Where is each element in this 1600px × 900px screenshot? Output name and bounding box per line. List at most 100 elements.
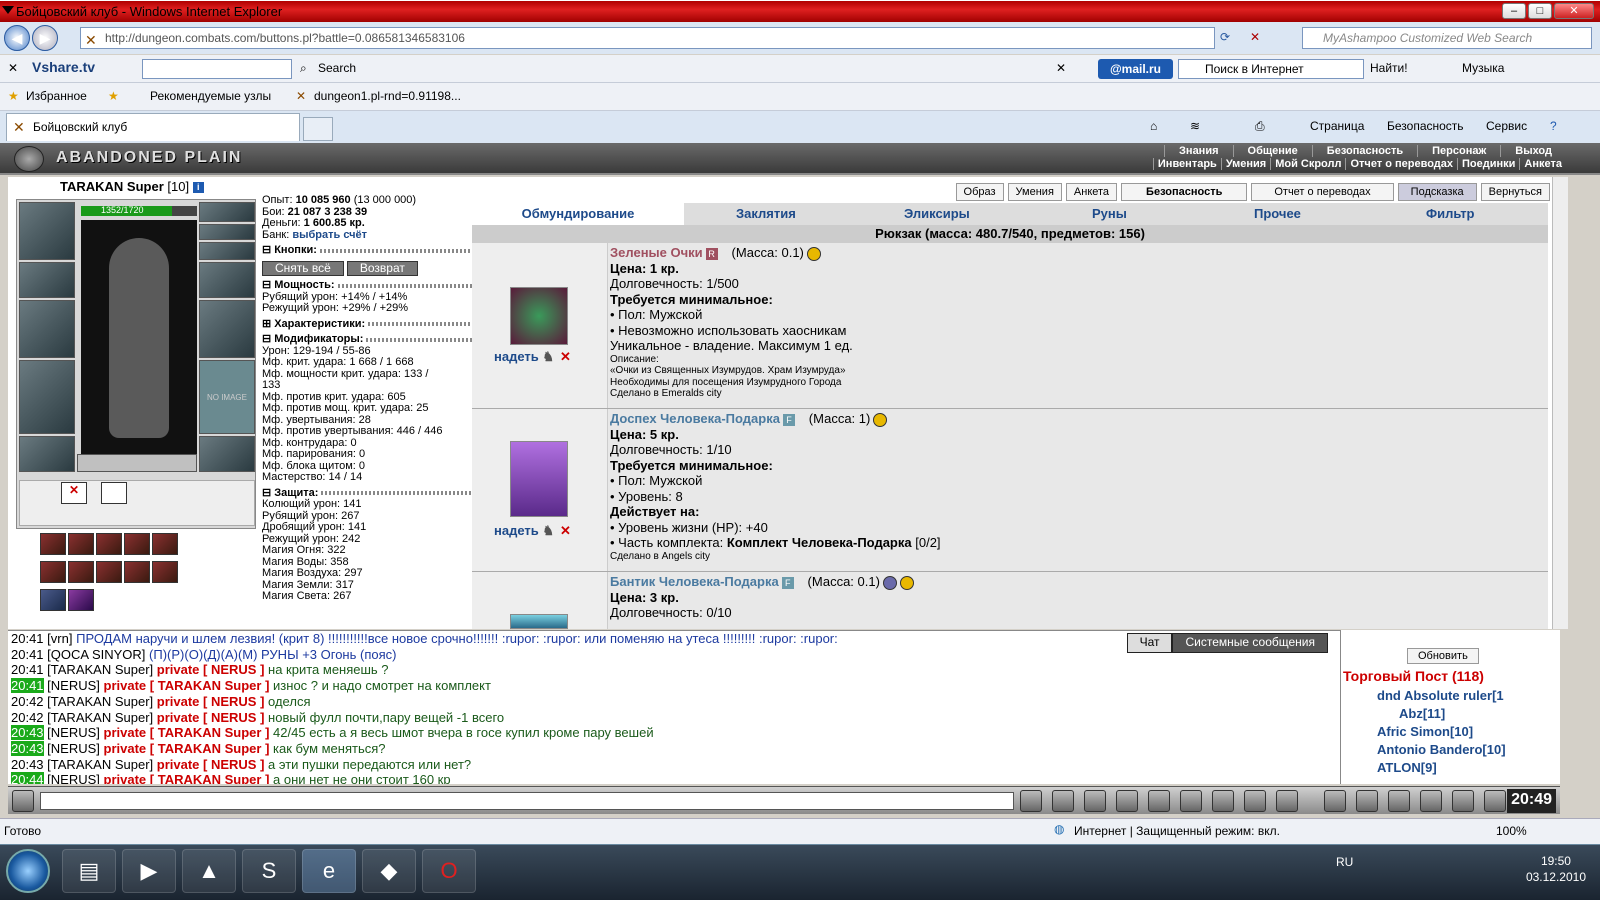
armor-slot[interactable] <box>19 360 75 434</box>
power-section-header[interactable]: ⊟ Мощность: <box>262 279 472 292</box>
boots-slot[interactable] <box>199 436 255 472</box>
media-player-icon[interactable]: ▶ <box>122 849 176 893</box>
tab-elixirs[interactable]: Эликсиры <box>904 206 970 221</box>
feeds-icon[interactable]: ≋ <box>1190 119 1200 133</box>
camera-icon[interactable] <box>1276 790 1298 812</box>
chat-nick[interactable]: [TARAKAN Super] <box>47 662 153 677</box>
music-button[interactable]: Музыка <box>1462 61 1504 75</box>
vshare-logo[interactable]: Vshare.tv <box>32 59 132 79</box>
offhand-slot[interactable] <box>199 300 255 358</box>
menu-my-scroll[interactable]: Мой Скролл <box>1270 158 1345 170</box>
menu-communication[interactable]: Общение <box>1232 145 1312 157</box>
security-menu[interactable]: Безопасность <box>1387 119 1464 133</box>
explorer-icon[interactable]: ▤ <box>62 849 116 893</box>
buff-icon-8[interactable] <box>96 561 122 583</box>
menu-transfer-report[interactable]: Отчет о переводах <box>1345 158 1457 170</box>
delete-icon[interactable]: ✕ <box>560 349 571 364</box>
refresh-button[interactable]: Обновить <box>1407 648 1479 664</box>
chat-tab[interactable]: Чат <box>1126 633 1173 653</box>
security-button[interactable]: Безопасность <box>1121 183 1248 201</box>
game-client-icon[interactable]: ◆ <box>362 849 416 893</box>
smile-menu-icon[interactable] <box>12 790 34 812</box>
smiley-icon[interactable] <box>1244 790 1266 812</box>
rings-slot[interactable] <box>199 242 255 260</box>
tab-spells[interactable]: Заклятия <box>736 206 796 221</box>
minimize-button[interactable]: – <box>1502 3 1526 19</box>
menu-exit[interactable]: Выход <box>1500 145 1566 157</box>
tab-runes[interactable]: Руны <box>1092 206 1127 221</box>
refresh-icon[interactable]: ⟳ <box>1220 30 1230 44</box>
equip-link[interactable]: надеть <box>494 523 539 538</box>
internet-search-input[interactable]: Поиск в Интернет <box>1178 59 1364 79</box>
player-entry[interactable]: Afric Simon[10] <box>1377 724 1473 739</box>
menu-inventory[interactable]: Инвентарь <box>1152 158 1221 170</box>
system-messages-tab[interactable]: Системные сообщения <box>1172 633 1328 653</box>
zoom-level[interactable]: 100% <box>1496 824 1527 838</box>
buff-icon-1[interactable] <box>40 533 66 555</box>
buff-icon-6[interactable] <box>40 561 66 583</box>
close-window-button[interactable]: ✕ <box>1554 3 1594 19</box>
fight-icon[interactable] <box>1148 790 1170 812</box>
buff-icon-9[interactable] <box>124 561 150 583</box>
web-search-input[interactable]: MyAshampoo Customized Web Search <box>1302 27 1592 49</box>
undress-all-button[interactable]: Снять всё <box>262 260 344 276</box>
info-icon[interactable]: i <box>192 182 204 194</box>
hint-button[interactable]: Подсказка <box>1397 183 1477 201</box>
bracers-slot[interactable] <box>19 262 75 298</box>
delete-icon[interactable]: ✕ <box>560 523 571 538</box>
chat-private[interactable]: private [ NERUS ] <box>157 710 265 725</box>
equip-icon[interactable]: ♞ <box>542 523 554 538</box>
recommended-sites-link[interactable]: Рекомендуемые узлы <box>150 89 271 103</box>
skills-button[interactable]: Умения <box>1007 183 1062 201</box>
equip-icon[interactable]: ♞ <box>542 349 554 364</box>
equip-link[interactable]: надеть <box>494 349 539 364</box>
add-favorite-icon[interactable]: ★ <box>108 89 119 103</box>
home-icon[interactable]: ⌂ <box>1150 119 1157 133</box>
menu-security[interactable]: Безопасность <box>1311 145 1417 157</box>
gift-bow-image[interactable] <box>510 614 568 629</box>
start-button[interactable] <box>6 849 50 893</box>
player-entry[interactable]: ATLON[9] <box>1377 760 1437 775</box>
search-icon[interactable]: ⌕ <box>300 61 307 76</box>
chat-nick[interactable]: [vrn] <box>47 631 72 646</box>
profile-button[interactable]: Анкета <box>1065 183 1118 201</box>
chat-private[interactable]: private [ TARAKAN Super ] <box>104 678 270 693</box>
chars-section-header[interactable]: ⊞ Характеристики: <box>262 318 472 331</box>
vshare-search-button[interactable]: Search <box>318 61 356 75</box>
lock-icon[interactable] <box>1452 790 1474 812</box>
vlc-icon[interactable]: ▲ <box>182 849 236 893</box>
sword-icon[interactable] <box>1180 790 1202 812</box>
service-menu[interactable]: Сервис <box>1486 119 1527 133</box>
find-button[interactable]: Найти! <box>1370 61 1408 75</box>
buff-icon-11[interactable] <box>40 589 66 611</box>
effect-icon[interactable] <box>101 482 127 504</box>
user-icon[interactable] <box>1324 790 1346 812</box>
item-set-name[interactable]: Комплект Человека-Подарка <box>727 535 912 550</box>
print-icon[interactable]: ⎙ <box>1255 119 1265 134</box>
close-toolbar-icon[interactable]: ✕ <box>8 61 18 75</box>
green-glasses-image[interactable] <box>510 287 568 345</box>
chat-input[interactable] <box>40 792 1014 810</box>
chat-private[interactable]: private [ NERUS ] <box>157 662 265 677</box>
back-button[interactable]: ◀ <box>4 25 30 51</box>
chat-private[interactable]: private [ NERUS ] <box>157 694 265 709</box>
tab-filter[interactable]: Фильтр <box>1426 206 1475 221</box>
menu-character[interactable]: Персонаж <box>1417 145 1500 157</box>
back-game-button[interactable]: Вернуться <box>1480 183 1550 201</box>
game-scrollbar[interactable] <box>1552 177 1568 629</box>
gift-armor-image[interactable] <box>510 441 568 517</box>
menu-skills[interactable]: Умения <box>1220 158 1270 170</box>
effect-cancel-icon[interactable]: ✕ <box>61 482 87 504</box>
buttons-section-header[interactable]: ⊟ Кнопки: <box>262 244 472 257</box>
buff-icon-12[interactable] <box>68 589 94 611</box>
mailru-logo[interactable]: @mail.ru <box>1098 59 1173 79</box>
tab-fight-club[interactable]: ✕ Бойцовский клуб <box>6 113 300 141</box>
tab-other[interactable]: Прочее <box>1254 206 1301 221</box>
bank-link[interactable]: выбрать счёт <box>292 229 367 241</box>
menu-knowledge[interactable]: Знания <box>1164 145 1232 157</box>
tray-clock[interactable]: 19:50 03.12.2010 <box>1526 853 1586 885</box>
item-name[interactable]: Бантик Человека-Подарка <box>610 574 779 589</box>
music-icon[interactable] <box>1212 790 1234 812</box>
no-image-slot[interactable]: NO IMAGE <box>199 360 255 434</box>
chat-nick[interactable]: [QOCA SINYOR] <box>47 647 145 662</box>
